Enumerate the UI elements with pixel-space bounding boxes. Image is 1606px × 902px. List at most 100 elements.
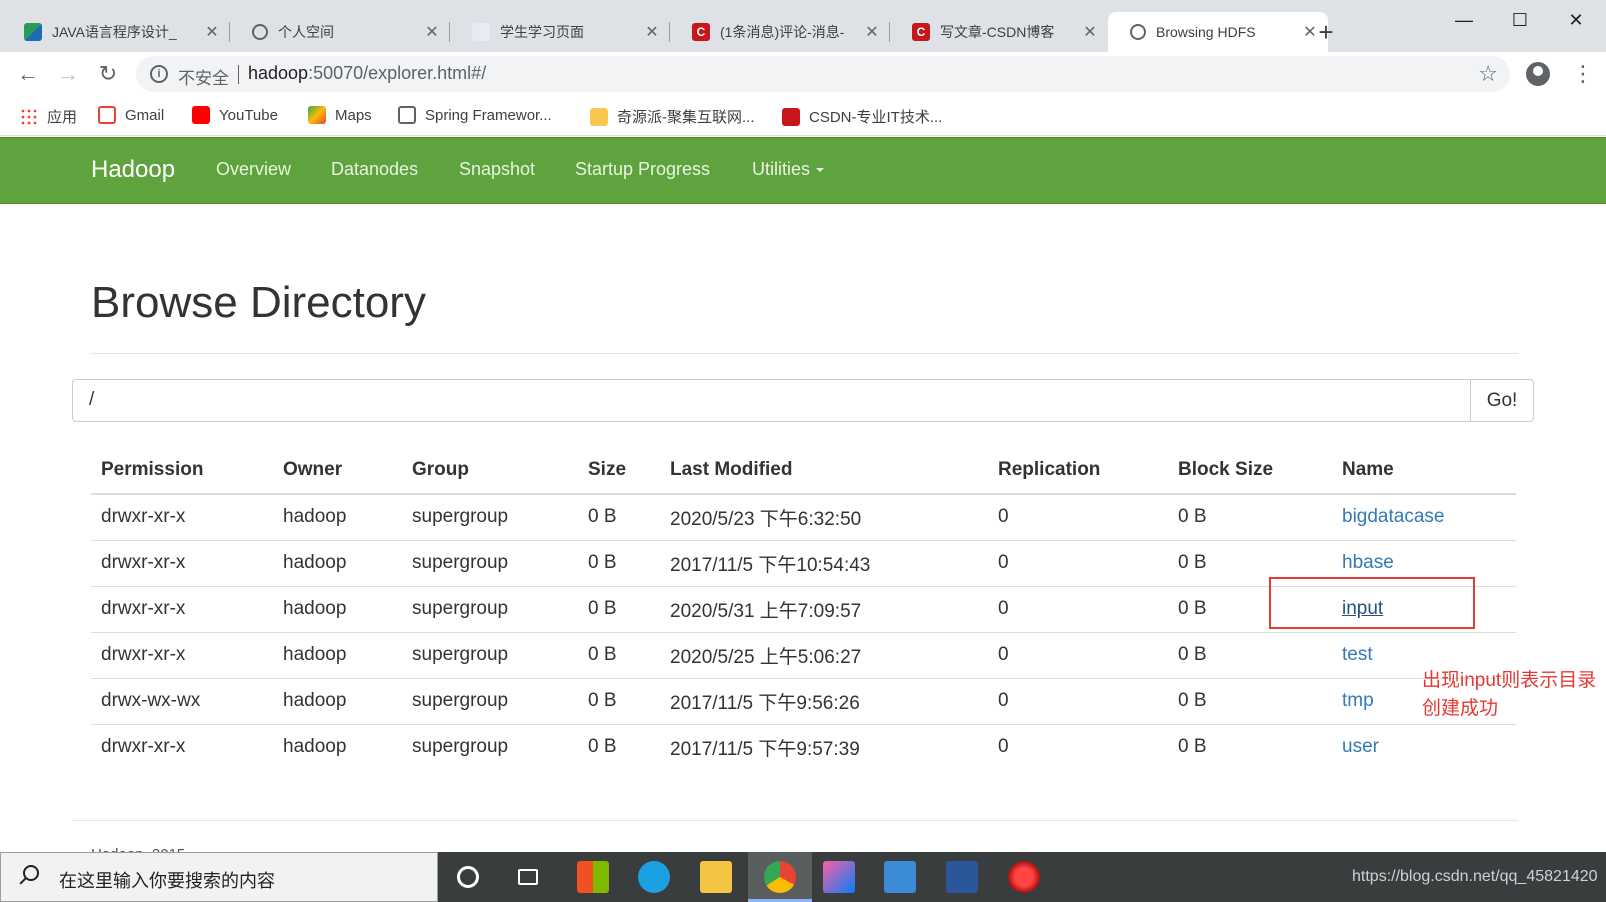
tab-label: 学生学习页面	[500, 24, 584, 40]
new-tab-button[interactable]: +	[1312, 18, 1340, 46]
bookmark-youtube[interactable]: YouTube	[192, 106, 278, 124]
column-header-size[interactable]: Size	[578, 446, 660, 495]
close-tab-icon[interactable]: ✕	[644, 22, 660, 42]
cell-size: 0 B	[578, 539, 660, 586]
taskbar-search-box[interactable]: 在这里输入你要搜索的内容	[0, 852, 438, 902]
tab-csdn-messages[interactable]: C (1条消息)评论-消息- ✕	[670, 12, 890, 52]
cell-permission: drwxr-xr-x	[91, 723, 273, 770]
directory-link[interactable]: bigdatacase	[1342, 506, 1444, 527]
task-view-icon[interactable]	[518, 869, 538, 885]
cell-size: 0 B	[578, 493, 660, 540]
cell-group: supergroup	[402, 539, 578, 586]
url-host: hadoop	[248, 63, 309, 83]
bookmarks-bar: 应用 Gmail YouTube Maps Spring Framewor...…	[0, 96, 1606, 136]
bookmark-qiyuanpai[interactable]: 奇源派-聚集互联网...	[590, 106, 755, 127]
bookmark-apps[interactable]: 应用	[20, 106, 77, 127]
nav-snapshot[interactable]: Snapshot	[459, 159, 535, 180]
url-text[interactable]: hadoop:50070/explorer.html#/	[248, 63, 486, 84]
nav-startup-progress[interactable]: Startup Progress	[575, 159, 710, 180]
column-header-group[interactable]: Group	[402, 446, 578, 495]
cortana-icon[interactable]	[457, 866, 479, 888]
nav-utilities-label: Utilities	[752, 159, 811, 179]
column-header-replication[interactable]: Replication	[988, 446, 1168, 495]
cell-group: supergroup	[402, 493, 578, 540]
tab-java-course[interactable]: JAVA语言程序设计_ ✕	[2, 12, 230, 52]
browser-toolbar: ← → ↻ i 不安全 hadoop:50070/explorer.html#/…	[0, 52, 1606, 96]
cell-block-size: 0 B	[1168, 677, 1332, 724]
tab-strip: JAVA语言程序设计_ ✕ 个人空间 ✕ 学生学习页面 ✕ C (1条消息)评论…	[0, 0, 1606, 52]
directory-link[interactable]: test	[1342, 644, 1373, 665]
page-title: Browse Directory	[91, 278, 426, 327]
close-tab-icon[interactable]: ✕	[204, 22, 220, 42]
browser-menu-icon[interactable]: ⋮	[1572, 60, 1594, 88]
close-tab-icon[interactable]: ✕	[1082, 22, 1098, 42]
path-input[interactable]: /	[72, 379, 1471, 422]
cell-owner: hadoop	[273, 493, 402, 540]
cell-name: bigdatacase	[1332, 493, 1516, 540]
chrome-icon	[764, 861, 796, 893]
csdn-icon: C	[692, 23, 710, 41]
forward-button[interactable]: →	[54, 60, 82, 88]
column-header-last-modified[interactable]: Last Modified	[660, 446, 988, 495]
table-row: drwx-wx-wx hadoop supergroup 0 B 2017/11…	[91, 677, 1516, 724]
nav-overview[interactable]: Overview	[216, 159, 291, 180]
windows-taskbar: 在这里输入你要搜索的内容 https://blog.csdn.net/qq_45…	[0, 852, 1606, 902]
bookmark-spring[interactable]: Spring Framewor...	[398, 106, 552, 124]
address-bar[interactable]: i 不安全 hadoop:50070/explorer.html#/ ☆	[136, 56, 1510, 92]
cell-block-size: 0 B	[1168, 631, 1332, 678]
nav-datanodes[interactable]: Datanodes	[331, 159, 418, 180]
watermark: https://blog.csdn.net/qq_45821420	[1352, 868, 1598, 885]
close-window-button[interactable]: ✕	[1548, 4, 1604, 36]
snail-app-icon[interactable]	[1008, 861, 1040, 893]
bookmark-star-icon[interactable]: ☆	[1478, 61, 1498, 87]
column-header-permission[interactable]: Permission	[91, 446, 273, 495]
bookmark-maps[interactable]: Maps	[308, 106, 372, 124]
bookmark-gmail[interactable]: Gmail	[98, 106, 164, 124]
tab-student-study[interactable]: 学生学习页面 ✕	[450, 12, 670, 52]
ie-icon[interactable]	[638, 861, 670, 893]
tab-label: 写文章-CSDN博客	[940, 24, 1055, 40]
go-button[interactable]: Go!	[1470, 379, 1534, 422]
bookmark-csdn[interactable]: CSDN-专业IT技术...	[782, 106, 942, 127]
profile-avatar-icon[interactable]	[1526, 62, 1550, 86]
cell-group: supergroup	[402, 723, 578, 770]
close-tab-icon[interactable]: ✕	[424, 22, 440, 42]
csdn-icon	[782, 107, 800, 126]
column-header-owner[interactable]: Owner	[273, 446, 402, 495]
word-icon[interactable]	[946, 861, 978, 893]
globe-icon	[398, 106, 416, 124]
cell-block-size: 0 B	[1168, 493, 1332, 540]
tab-browsing-hdfs[interactable]: Browsing HDFS ✕	[1108, 12, 1328, 52]
intellij-icon[interactable]	[823, 861, 855, 893]
vmware-icon[interactable]	[884, 861, 916, 893]
store-icon[interactable]	[577, 861, 609, 893]
close-tab-icon[interactable]: ✕	[864, 22, 880, 42]
hadoop-brand-link[interactable]: Hadoop	[91, 156, 175, 184]
annotation-highlight-box	[1269, 577, 1475, 629]
globe-icon	[1130, 24, 1146, 40]
qiyuanpai-icon	[590, 107, 608, 126]
security-label: 不安全	[178, 69, 229, 88]
column-header-name[interactable]: Name	[1332, 446, 1516, 495]
cell-size: 0 B	[578, 723, 660, 770]
column-header-block-size[interactable]: Block Size	[1168, 446, 1332, 495]
chevron-down-icon	[816, 168, 825, 173]
file-explorer-icon[interactable]	[700, 861, 732, 893]
cell-permission: drwx-wx-wx	[91, 677, 273, 724]
info-icon[interactable]: i	[150, 65, 168, 83]
bookmark-label: Spring Framewor...	[425, 106, 552, 124]
back-button[interactable]: ←	[14, 60, 42, 88]
directory-link[interactable]: user	[1342, 736, 1379, 757]
reload-button[interactable]: ↻	[94, 60, 122, 88]
maximize-button[interactable]: ☐	[1492, 4, 1548, 36]
divider	[91, 353, 1518, 354]
tab-csdn-write[interactable]: C 写文章-CSDN博客 ✕	[890, 12, 1108, 52]
taskbar-chrome-active[interactable]	[748, 852, 812, 902]
cell-group: supergroup	[402, 585, 578, 632]
minimize-button[interactable]: —	[1436, 4, 1492, 36]
nav-utilities[interactable]: Utilities	[752, 159, 825, 180]
cell-owner: hadoop	[273, 723, 402, 770]
directory-link[interactable]: hbase	[1342, 552, 1394, 573]
directory-link[interactable]: tmp	[1342, 690, 1374, 711]
tab-personal-space[interactable]: 个人空间 ✕	[230, 12, 450, 52]
